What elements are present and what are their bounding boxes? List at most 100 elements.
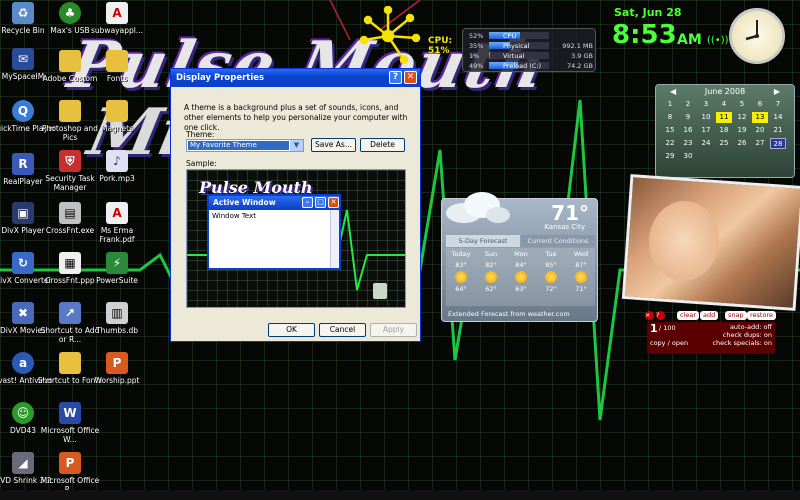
calendar-day[interactable]: 21 xyxy=(770,125,786,136)
wireless-icon: ((•)) xyxy=(707,35,729,46)
desktop-icon-worship-ppt[interactable]: P Worship.ppt xyxy=(84,352,150,385)
folder-icon xyxy=(106,100,128,122)
photo-gadget[interactable] xyxy=(621,174,800,311)
calendar-day[interactable]: 3 xyxy=(698,99,714,110)
tab-current-conditions[interactable]: Current Conditions xyxy=(521,235,595,247)
photo-face xyxy=(646,198,722,284)
calendar-day[interactable]: 30 xyxy=(680,151,696,162)
calendar-day[interactable]: 11 xyxy=(716,112,732,123)
clipboard-gadget[interactable]: × ? clear add snap restore 1 / 100 auto-… xyxy=(645,311,776,354)
calendar-gadget[interactable]: ◀ June 2008 ▶ 1 2 3 4 5 6 7 8 9 10 11 12 13 14 15 16 17 1… xyxy=(655,84,795,178)
clip-autoadd[interactable]: auto-add: off xyxy=(730,323,772,331)
calendar-day[interactable]: 9 xyxy=(680,112,696,123)
exe-icon: ▤ xyxy=(59,202,81,224)
clip-restore-button[interactable]: restore xyxy=(747,311,776,320)
calendar-day[interactable]: 28 xyxy=(770,138,786,149)
myspaceim-icon: ✉ xyxy=(12,48,34,70)
desktop-icon-thumbs-db[interactable]: ▥ Thumbs.db xyxy=(84,302,150,335)
recycle-icon xyxy=(373,283,387,299)
analog-clock-gadget[interactable] xyxy=(729,8,785,64)
sample-scrollbar xyxy=(330,210,339,268)
calendar-day[interactable]: 4 xyxy=(716,99,732,110)
calendar-day[interactable]: 25 xyxy=(716,138,732,149)
sun-icon xyxy=(485,271,497,283)
minimize-icon: – xyxy=(302,197,313,208)
clock-time: 8:53 xyxy=(612,20,677,50)
clock-face-icon xyxy=(745,20,759,41)
calendar-day[interactable]: 26 xyxy=(734,138,750,149)
dvd43-icon: ☺ xyxy=(12,402,34,424)
calendar-day[interactable]: 12 xyxy=(734,112,750,123)
clip-copy-open[interactable]: copy / open xyxy=(650,339,688,347)
calendar-next-icon[interactable]: ▶ xyxy=(774,87,780,96)
calendar-day[interactable]: 1 xyxy=(662,99,678,110)
theme-select[interactable]: My Favorite Theme ▼ xyxy=(186,139,304,152)
calendar-day[interactable]: 22 xyxy=(662,138,678,149)
desktop-icon-magnets[interactable]: Magnets xyxy=(84,100,150,133)
calendar-day[interactable]: 18 xyxy=(716,125,732,136)
calendar-day[interactable]: 19 xyxy=(734,125,750,136)
sample-active-titlebar: Active Window – □ ✕ xyxy=(209,196,339,210)
calendar-day[interactable]: 8 xyxy=(662,112,678,123)
calendar-day[interactable]: 10 xyxy=(698,112,714,123)
desktop-icon-fonts[interactable]: Fonts xyxy=(84,50,150,83)
cancel-button[interactable]: Cancel xyxy=(319,323,366,337)
desktop-icon-ms-word[interactable]: W Microsoft Office W... xyxy=(37,402,103,444)
desktop-icon-pork-mp3[interactable]: ♪ Pork.mp3 xyxy=(84,150,150,183)
calendar-day[interactable]: 13 xyxy=(752,112,768,123)
calendar-day[interactable]: 27 xyxy=(752,138,768,149)
forecast-day: Wed 87° 71° xyxy=(573,250,589,293)
close-icon: ✕ xyxy=(328,197,339,208)
db-icon: ▥ xyxy=(106,302,128,324)
calendar-day[interactable]: 23 xyxy=(680,138,696,149)
clip-specials[interactable]: check specials: on xyxy=(712,339,772,347)
desktop-icon-subway[interactable]: A subwayappl... xyxy=(84,2,150,35)
usb-icon: ♣ xyxy=(59,2,81,24)
clip-add-button[interactable]: add xyxy=(700,311,719,320)
clip-clear-button[interactable]: clear xyxy=(677,311,700,320)
chevron-down-icon[interactable]: ▼ xyxy=(290,140,303,151)
delete-button[interactable]: Delete xyxy=(360,138,405,152)
calendar-day[interactable]: 20 xyxy=(752,125,768,136)
maximize-icon: □ xyxy=(315,197,326,208)
weather-city: Kansas City xyxy=(544,223,585,231)
calendar-day[interactable]: 5 xyxy=(734,99,750,110)
calendar-day[interactable]: 2 xyxy=(680,99,696,110)
divx-movies-icon: ✖ xyxy=(12,302,34,324)
help-icon[interactable]: ? xyxy=(656,311,665,320)
sample-active-window: Active Window – □ ✕ Window Text xyxy=(207,194,341,270)
taskbar xyxy=(0,490,800,500)
weather-gadget[interactable]: 71° Kansas City 5-Day Forecast Current C… xyxy=(441,192,598,322)
folder-icon xyxy=(59,50,81,72)
close-icon[interactable]: × xyxy=(645,311,654,320)
desktop-icon-erma-frank-pdf[interactable]: A Ms Erma Frank.pdf xyxy=(84,202,150,244)
calendar-day[interactable]: 29 xyxy=(662,151,678,162)
calendar-day[interactable]: 7 xyxy=(770,99,786,110)
calendar-day[interactable]: 6 xyxy=(752,99,768,110)
folder-icon xyxy=(106,50,128,72)
system-meters-gadget[interactable]: 52% CPU 35% Physical 992.1 MB 1% Virtual… xyxy=(462,28,596,72)
clip-dups[interactable]: check dups: on xyxy=(723,331,772,339)
weather-temp: 71° xyxy=(551,201,589,225)
weather-credit-link[interactable]: Extended Forecast from weather.com xyxy=(448,310,570,318)
word-icon: W xyxy=(59,402,81,424)
save-as-button[interactable]: Save As... xyxy=(311,138,356,152)
ok-button[interactable]: OK xyxy=(268,323,315,337)
desktop-icon-powersuite[interactable]: ⚡ PowerSuite xyxy=(84,252,150,285)
security-icon: ⛨ xyxy=(59,150,81,172)
meter-physical: 35% Physical 992.1 MB xyxy=(469,42,593,50)
pdf-icon: A xyxy=(106,2,128,24)
tab-5-day-forecast[interactable]: 5-Day Forecast xyxy=(446,235,520,247)
weather-forecast: Today 83° 64° Sun 82° 62° Mon 84° 63° Tu… xyxy=(446,248,595,306)
calendar-day[interactable]: 16 xyxy=(680,125,696,136)
powersuite-icon: ⚡ xyxy=(106,252,128,274)
calendar-day[interactable]: 24 xyxy=(698,138,714,149)
calendar-day[interactable]: 15 xyxy=(662,125,678,136)
clip-snap-button[interactable]: snap xyxy=(725,311,747,320)
calendar-day[interactable]: 17 xyxy=(698,125,714,136)
folder-icon xyxy=(59,100,81,122)
clip-count: 1 xyxy=(650,322,658,335)
calendar-day[interactable]: 14 xyxy=(770,112,786,123)
cpu-gadget-icon[interactable] xyxy=(358,6,428,76)
desktop-icon-ms-powerpoint[interactable]: P Microsoft Office P... xyxy=(37,452,103,494)
